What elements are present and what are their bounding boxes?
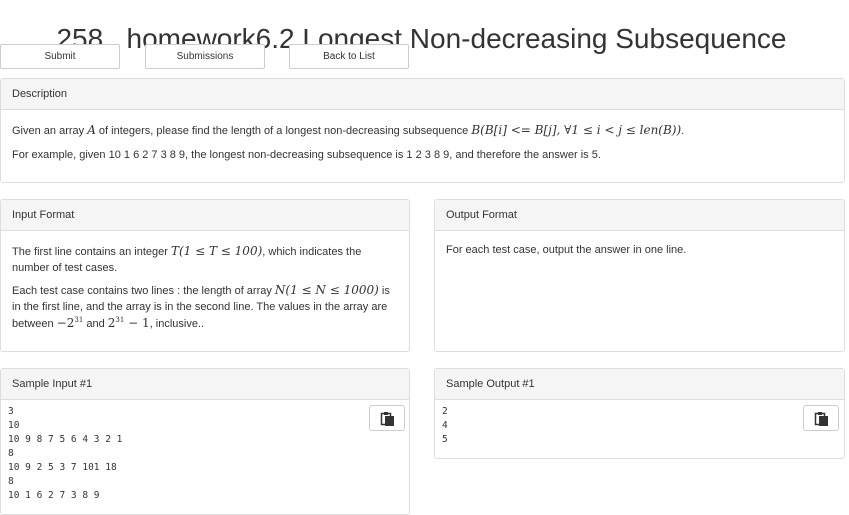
input-format-text: and <box>83 318 108 330</box>
description-text: . <box>681 125 685 137</box>
input-format-text: number of test cases. <box>12 262 118 274</box>
input-format-paragraph-2: Each test case contains two lines : the … <box>12 282 398 332</box>
math-base: −2 <box>56 316 75 330</box>
copy-sample-input-button[interactable] <box>369 405 405 431</box>
back-to-list-button[interactable]: Back to List <box>289 44 409 69</box>
page-title: 258 . homework6.2 Longest Non-decreasing… <box>56 22 787 54</box>
output-format-panel: Output Format For each test case, output… <box>434 199 845 352</box>
input-format-text: , which indicates the <box>262 246 362 258</box>
sample-output-code: 2 4 5 <box>442 406 448 445</box>
description-line-2: For example, given 10 1 6 2 7 3 8 9, the… <box>12 149 601 161</box>
sample-input-heading: Sample Input #1 <box>1 369 409 400</box>
copy-icon <box>814 412 828 426</box>
copy-icon <box>380 412 394 426</box>
description-body: Given an array A of integers, please fin… <box>1 110 844 179</box>
output-format-heading: Output Format <box>435 200 844 231</box>
math-exponent: 31 <box>115 316 125 324</box>
sample-output-body: 2 4 5 <box>435 400 844 452</box>
math-upper-bound: 231 − 1 <box>108 316 150 330</box>
submissions-button[interactable]: Submissions <box>145 44 265 69</box>
input-format-heading: Input Format <box>1 200 409 231</box>
sample-output-panel: Sample Output #1 2 4 5 <box>434 368 845 459</box>
math-lower-bound: −231 <box>57 316 84 330</box>
input-format-text: is <box>378 285 390 297</box>
description-line-1: Given an array A of integers, please fin… <box>12 122 833 139</box>
input-format-body: The first line contains an integer T(1 ≤… <box>1 231 409 342</box>
output-format-body: For each test case, output the answer in… <box>435 231 844 274</box>
math-exponent: 31 <box>74 316 84 324</box>
sample-output-heading: Sample Output #1 <box>435 369 844 400</box>
input-format-panel: Input Format The first line contains an … <box>0 199 410 352</box>
math-tail: − 1 <box>124 316 150 330</box>
sample-input-body: 3 10 10 9 8 7 5 6 4 3 2 1 8 10 9 2 5 3 7… <box>1 400 409 508</box>
input-format-paragraph-1: The first line contains an integer T(1 ≤… <box>12 243 398 276</box>
description-panel: Description Given an array A of integers… <box>0 78 845 183</box>
sample-input-panel: Sample Input #1 3 10 10 9 8 7 5 6 4 3 2 … <box>0 368 410 515</box>
math-n-range: N(1 ≤ N ≤ 1000) <box>274 283 379 297</box>
submit-button[interactable]: Submit <box>0 44 120 69</box>
math-subsequence-def: B(B[i] <= B[j], ∀1 ≤ i < j ≤ len(B)) <box>471 123 682 137</box>
output-format-text: For each test case, output the answer in… <box>446 244 687 256</box>
description-heading: Description <box>1 79 844 110</box>
math-t-range: T(1 ≤ T ≤ 100) <box>170 244 263 258</box>
description-text: Given an array <box>12 125 88 137</box>
math-array-var: A <box>87 123 96 137</box>
copy-sample-output-button[interactable] <box>803 405 839 431</box>
input-format-text: between <box>12 318 57 330</box>
description-text: of integers, please find the length of a… <box>95 125 472 137</box>
input-format-text: Each test case contains two lines : the … <box>12 285 275 297</box>
input-format-text: in the first line, and the array is in t… <box>12 301 388 313</box>
input-format-text: The first line contains an integer <box>12 246 171 258</box>
input-format-text: , inclusive.. <box>149 318 205 330</box>
sample-input-code: 3 10 10 9 8 7 5 6 4 3 2 1 8 10 9 2 5 3 7… <box>8 406 123 501</box>
